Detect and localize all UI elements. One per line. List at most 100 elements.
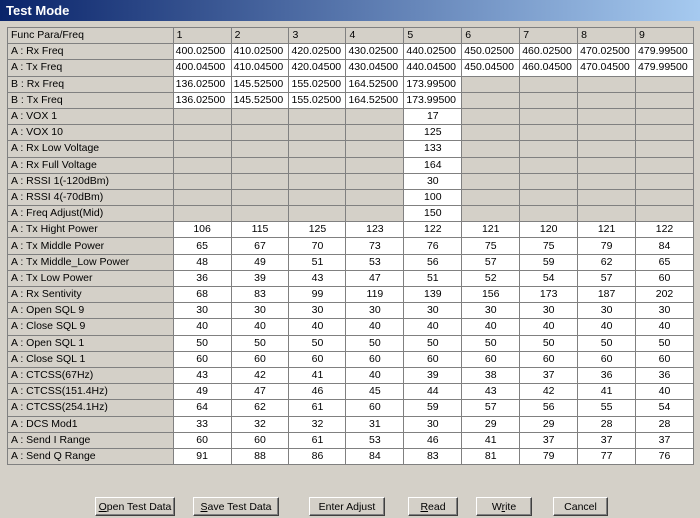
- open-test-data-button[interactable]: Open Test Data: [95, 497, 175, 516]
- enter-adjust-button[interactable]: Enter Adjust: [309, 497, 385, 516]
- value-cell[interactable]: 125: [288, 221, 347, 239]
- value-cell[interactable]: 32: [230, 415, 290, 433]
- value-cell[interactable]: 50: [635, 334, 694, 352]
- value-cell[interactable]: 40: [172, 318, 232, 336]
- value-cell[interactable]: 150: [403, 205, 463, 223]
- value-cell[interactable]: 43: [288, 269, 347, 288]
- value-cell[interactable]: 30: [172, 302, 232, 320]
- value-cell[interactable]: 62: [230, 399, 290, 417]
- value-cell[interactable]: 400.02500: [172, 43, 232, 61]
- value-cell[interactable]: 40: [577, 318, 637, 336]
- value-cell[interactable]: 54: [519, 269, 579, 288]
- value-cell[interactable]: 49: [230, 253, 290, 271]
- value-cell[interactable]: 79: [577, 237, 637, 255]
- value-cell[interactable]: 83: [403, 447, 463, 466]
- value-cell[interactable]: 56: [403, 253, 463, 271]
- value-cell[interactable]: 32: [288, 415, 347, 433]
- value-cell[interactable]: 155.02500: [288, 75, 347, 93]
- value-cell[interactable]: 125: [403, 124, 463, 142]
- value-cell[interactable]: 30: [230, 302, 290, 320]
- value-cell[interactable]: 39: [403, 366, 463, 385]
- value-cell[interactable]: 156: [461, 285, 521, 304]
- value-cell[interactable]: 40: [403, 318, 463, 336]
- value-cell[interactable]: 33: [172, 415, 232, 433]
- value-cell[interactable]: 64: [172, 399, 232, 417]
- value-cell[interactable]: 57: [461, 253, 521, 271]
- value-cell[interactable]: 38: [461, 366, 521, 385]
- value-cell[interactable]: 50: [461, 334, 521, 352]
- value-cell[interactable]: 400.04500: [172, 59, 232, 77]
- value-cell[interactable]: 36: [172, 269, 232, 288]
- value-cell[interactable]: 60: [403, 350, 463, 368]
- value-cell[interactable]: 30: [635, 302, 694, 320]
- value-cell[interactable]: 48: [172, 253, 232, 271]
- value-cell[interactable]: 187: [577, 285, 637, 304]
- value-cell[interactable]: 79: [519, 447, 579, 466]
- value-cell[interactable]: 100: [403, 188, 463, 207]
- value-cell[interactable]: 450.04500: [461, 59, 521, 77]
- value-cell[interactable]: 50: [577, 334, 637, 352]
- value-cell[interactable]: 50: [288, 334, 347, 352]
- value-cell[interactable]: 30: [403, 172, 463, 190]
- value-cell[interactable]: 43: [172, 366, 232, 385]
- value-cell[interactable]: 60: [635, 269, 694, 288]
- value-cell[interactable]: 40: [345, 318, 405, 336]
- value-cell[interactable]: 81: [461, 447, 521, 466]
- value-cell[interactable]: 75: [461, 237, 521, 255]
- value-cell[interactable]: 59: [519, 253, 579, 271]
- value-cell[interactable]: 57: [577, 269, 637, 288]
- value-cell[interactable]: 430.04500: [345, 59, 405, 77]
- value-cell[interactable]: 450.02500: [461, 43, 521, 61]
- save-test-data-button[interactable]: Save Test Data: [193, 497, 279, 516]
- value-cell[interactable]: 115: [230, 221, 290, 239]
- value-cell[interactable]: 136.02500: [172, 91, 232, 109]
- value-cell[interactable]: 30: [288, 302, 347, 320]
- value-cell[interactable]: 40: [345, 366, 405, 385]
- value-cell[interactable]: 420.04500: [288, 59, 347, 77]
- value-cell[interactable]: 30: [345, 302, 405, 320]
- value-cell[interactable]: 40: [635, 383, 694, 401]
- value-cell[interactable]: 91: [172, 447, 232, 466]
- value-cell[interactable]: 50: [172, 334, 232, 352]
- value-cell[interactable]: 84: [635, 237, 694, 255]
- value-cell[interactable]: 77: [577, 447, 637, 466]
- value-cell[interactable]: 50: [345, 334, 405, 352]
- value-cell[interactable]: 40: [519, 318, 579, 336]
- value-cell[interactable]: 133: [403, 140, 463, 158]
- value-cell[interactable]: 40: [230, 318, 290, 336]
- value-cell[interactable]: 99: [288, 285, 347, 304]
- value-cell[interactable]: 430.02500: [345, 43, 405, 61]
- value-cell[interactable]: 50: [230, 334, 290, 352]
- value-cell[interactable]: 30: [403, 415, 463, 433]
- value-cell[interactable]: 54: [635, 399, 694, 417]
- value-cell[interactable]: 65: [172, 237, 232, 255]
- value-cell[interactable]: 40: [635, 318, 694, 336]
- value-cell[interactable]: 86: [288, 447, 347, 466]
- write-button[interactable]: Write: [476, 497, 532, 516]
- value-cell[interactable]: 62: [577, 253, 637, 271]
- value-cell[interactable]: 30: [519, 302, 579, 320]
- value-cell[interactable]: 53: [345, 431, 405, 449]
- value-cell[interactable]: 164: [403, 156, 463, 174]
- value-cell[interactable]: 410.04500: [230, 59, 290, 77]
- value-cell[interactable]: 29: [461, 415, 521, 433]
- value-cell[interactable]: 60: [461, 350, 521, 368]
- value-cell[interactable]: 46: [403, 431, 463, 449]
- value-cell[interactable]: 83: [230, 285, 290, 304]
- value-cell[interactable]: 139: [403, 285, 463, 304]
- value-cell[interactable]: 60: [635, 350, 694, 368]
- value-cell[interactable]: 30: [577, 302, 637, 320]
- value-cell[interactable]: 73: [345, 237, 405, 255]
- value-cell[interactable]: 44: [403, 383, 463, 401]
- value-cell[interactable]: 50: [519, 334, 579, 352]
- value-cell[interactable]: 76: [403, 237, 463, 255]
- value-cell[interactable]: 55: [577, 399, 637, 417]
- value-cell[interactable]: 40: [288, 318, 347, 336]
- value-cell[interactable]: 60: [345, 350, 405, 368]
- value-cell[interactable]: 479.99500: [635, 59, 694, 77]
- value-cell[interactable]: 53: [345, 253, 405, 271]
- value-cell[interactable]: 41: [461, 431, 521, 449]
- value-cell[interactable]: 122: [635, 221, 694, 239]
- value-cell[interactable]: 460.04500: [519, 59, 579, 77]
- value-cell[interactable]: 479.99500: [635, 43, 694, 61]
